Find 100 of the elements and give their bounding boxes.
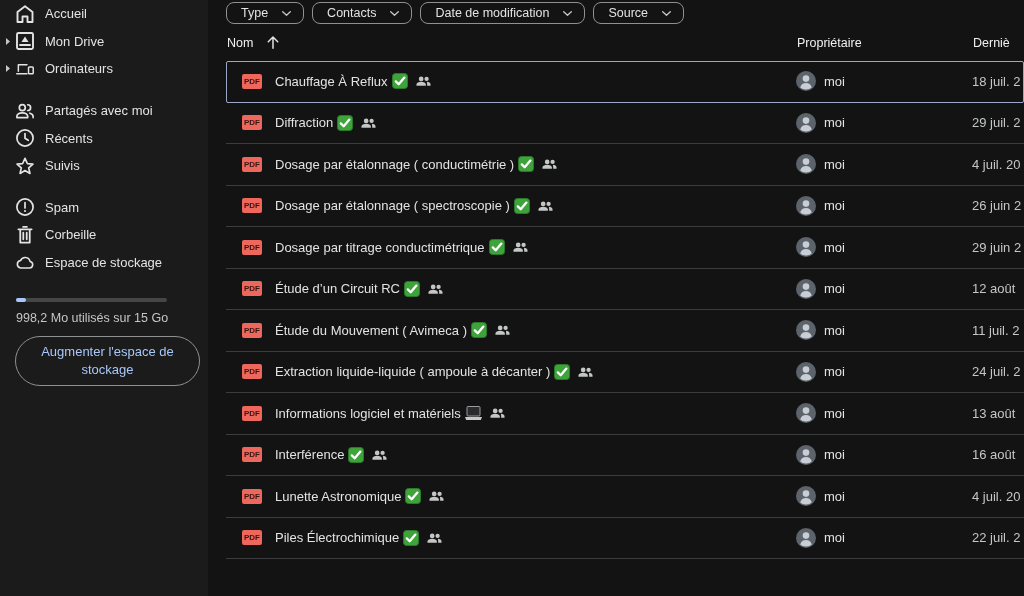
file-row[interactable]: PDF Informations logiciel et matériels moi 13 août xyxy=(226,393,1024,435)
modified-date: 16 août xyxy=(972,447,1016,463)
filter-chip[interactable]: Date de modification xyxy=(420,2,586,24)
file-name: Étude du Mouvement ( Avimeca ) xyxy=(275,322,467,338)
sidebar-item[interactable]: Spam xyxy=(0,193,194,222)
file-row[interactable]: PDF Diffraction moi 29 juil. 2 xyxy=(226,102,1024,144)
home-icon xyxy=(16,4,34,23)
laptop-icon xyxy=(464,406,482,421)
upgrade-storage-button[interactable]: Augmenter l'espace de stockage xyxy=(15,336,200,387)
owner-name: moi xyxy=(824,405,845,421)
file-row[interactable]: PDF Lunette Astronomique moi 4 juil. 20 xyxy=(226,476,1024,518)
star-icon xyxy=(16,156,34,175)
trash-icon xyxy=(16,225,34,244)
file-name: Dosage par titrage conductimétrique xyxy=(275,239,485,255)
column-header[interactable]: Propriétaire xyxy=(796,31,862,54)
file-row[interactable]: PDF Extraction liquide-liquide ( ampoule à décanter ) moi 24 juil. 2 xyxy=(226,351,1024,393)
chevron-down-icon xyxy=(563,10,573,16)
file-name: Piles Électrochimique xyxy=(275,530,400,546)
avatar-icon xyxy=(796,154,816,175)
sidebar-item[interactable]: Espace de stockage xyxy=(0,248,194,277)
modified-date: 22 juil. 2 xyxy=(972,530,1021,546)
modified-date: 26 juin 2 xyxy=(972,198,1022,214)
file-name: Diffraction xyxy=(275,115,334,131)
sidebar-item[interactable]: Récents xyxy=(0,124,194,152)
avatar-icon xyxy=(796,71,816,92)
chevron-down-icon xyxy=(282,10,292,16)
file-name: Dosage par étalonnage ( spectroscopie ) xyxy=(275,198,510,214)
file-name: Extraction liquide-liquide ( ampoule à décanter ) xyxy=(275,364,551,380)
file-row[interactable]: PDF Dosage par étalonnage ( spectroscopie ) moi 26 juin 2 xyxy=(226,185,1024,227)
avatar-icon xyxy=(796,237,816,258)
sidebar-item[interactable]: Corbeille xyxy=(0,221,194,249)
owner-name: moi xyxy=(824,198,845,214)
pdf-file-icon: PDF xyxy=(242,156,262,172)
pdf-file-icon: PDF xyxy=(242,322,262,338)
avatar-icon xyxy=(796,403,816,424)
sidebar-item[interactable]: Ordinateurs xyxy=(0,55,194,83)
file-row[interactable]: PDF Interférence moi 16 août xyxy=(226,434,1024,476)
avatar-icon xyxy=(796,278,816,299)
pdf-file-icon: PDF xyxy=(242,281,262,297)
check-mark-icon xyxy=(470,322,487,339)
file-name: Étude d’un Circuit RC xyxy=(275,281,400,297)
file-row[interactable]: PDF Dosage par étalonnage ( conductimétrie ) moi 4 juil. 20 xyxy=(226,144,1024,186)
modified-date: 4 juil. 20 xyxy=(972,156,1021,172)
filter-chip[interactable]: Type xyxy=(226,2,305,24)
file-name: Interférence xyxy=(275,447,345,463)
filter-chip[interactable]: Contacts xyxy=(312,2,413,24)
file-name: Dosage par étalonnage ( conductimétrie ) xyxy=(275,156,515,172)
check-mark-icon xyxy=(488,239,505,256)
check-mark-icon xyxy=(391,73,408,90)
pdf-file-icon: PDF xyxy=(242,405,262,421)
check-mark-icon xyxy=(337,114,354,131)
filter-chip[interactable]: Source xyxy=(593,2,684,24)
pdf-file-icon: PDF xyxy=(242,488,262,504)
pdf-file-icon: PDF xyxy=(242,447,262,463)
modified-date: 24 juil. 2 xyxy=(972,364,1021,380)
check-mark-icon xyxy=(518,156,535,173)
column-header[interactable]: Nom xyxy=(226,31,280,54)
pdf-file-icon: PDF xyxy=(242,239,262,255)
modified-date: 29 juin 2 xyxy=(972,239,1022,255)
pdf-file-icon: PDF xyxy=(242,198,262,214)
pdf-file-icon: PDF xyxy=(242,73,262,89)
file-row[interactable]: PDF Chauffage À Reflux moi 18 juil. 2 xyxy=(226,61,1024,103)
sidebar-item[interactable]: Accueil xyxy=(0,0,194,28)
chevron-down-icon xyxy=(390,10,400,16)
avatar-icon xyxy=(796,444,816,465)
column-header[interactable]: Derniè xyxy=(972,31,1010,54)
modified-date: 13 août xyxy=(972,405,1016,421)
file-row[interactable]: PDF Étude du Mouvement ( Avimeca ) moi 11 juil. 2 xyxy=(226,310,1024,352)
sidebar-item[interactable]: Suivis xyxy=(0,151,194,180)
owner-name: moi xyxy=(824,447,845,463)
check-mark-icon xyxy=(348,446,365,463)
avatar-icon xyxy=(796,361,816,382)
avatar-icon xyxy=(796,112,816,133)
owner-name: moi xyxy=(824,364,845,380)
owner-name: moi xyxy=(824,488,845,504)
owner-name: moi xyxy=(824,322,845,338)
file-row[interactable]: PDF Étude d’un Circuit RC moi 12 août xyxy=(226,268,1024,310)
check-mark-icon xyxy=(405,488,422,505)
modified-date: 18 juil. 2 xyxy=(972,73,1021,89)
owner-name: moi xyxy=(824,239,845,255)
owner-name: moi xyxy=(824,73,845,89)
avatar-icon xyxy=(796,195,816,216)
sidebar-item[interactable]: Mon Drive xyxy=(0,27,194,56)
file-row[interactable]: PDF Dosage par titrage conductimétrique moi 29 juin 2 xyxy=(226,227,1024,269)
modified-date: 4 juil. 20 xyxy=(972,488,1021,504)
check-mark-icon xyxy=(403,529,420,546)
sidebar-item[interactable]: Partagés avec moi xyxy=(0,96,194,125)
pdf-file-icon: PDF xyxy=(242,364,262,380)
clock-icon xyxy=(16,129,34,148)
modified-date: 11 juil. 2 xyxy=(972,322,1020,338)
file-row[interactable]: PDF Piles Électrochimique moi 22 juil. 2 xyxy=(226,517,1024,559)
modified-date: 29 juil. 2 xyxy=(972,115,1021,131)
avatar-icon xyxy=(796,320,816,341)
pdf-file-icon: PDF xyxy=(242,530,262,546)
drive-icon xyxy=(16,32,34,51)
avatar-icon xyxy=(796,486,816,507)
owner-name: moi xyxy=(824,530,845,546)
file-name: Informations logiciel et matériels xyxy=(275,405,461,421)
alert-icon xyxy=(16,198,34,217)
file-name: Chauffage À Reflux xyxy=(275,73,388,89)
